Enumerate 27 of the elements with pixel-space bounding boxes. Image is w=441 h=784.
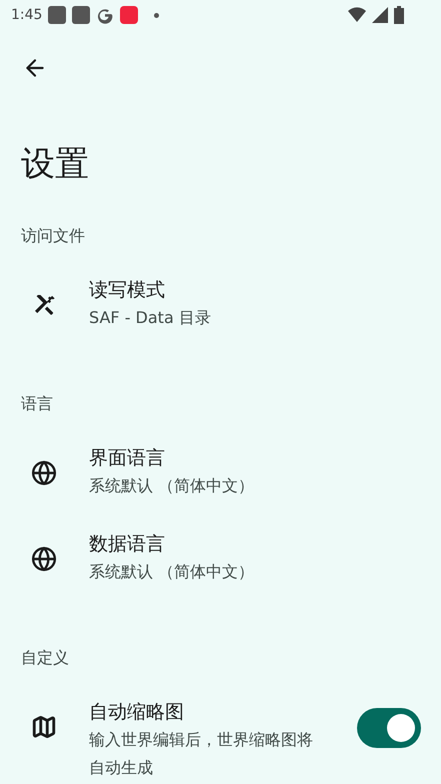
page-title: 设置	[20, 143, 90, 186]
map-icon	[31, 714, 57, 740]
item-subtitle: 输入世界编辑后，世界缩略图将自动生成	[89, 729, 314, 779]
settings-item[interactable]: 数据语言 系统默认 （简体中文）	[0, 524, 441, 610]
settings-item[interactable]: 自动缩略图 输入世界编辑后，世界缩略图将自动生成	[0, 692, 441, 782]
status-time: 1:45	[11, 6, 42, 24]
item-title: 数据语言	[89, 532, 166, 557]
settings-item[interactable]: 界面语言 系统默认 （简体中文）	[0, 438, 441, 524]
item-subtitle: 系统默认 （简体中文）	[89, 561, 256, 583]
section-header: 自定义	[20, 647, 70, 669]
app-icon	[120, 6, 138, 24]
bag-icon	[72, 6, 90, 24]
wifi-icon	[348, 7, 366, 23]
item-title: 读写模式	[89, 278, 166, 303]
globe-icon	[31, 460, 57, 486]
item-subtitle: SAF - Data 目录	[89, 307, 212, 329]
globe-icon	[31, 546, 57, 572]
battery-icon	[394, 6, 404, 24]
item-title: 界面语言	[89, 446, 166, 471]
signal-icon	[372, 7, 388, 23]
item-title: 自动缩略图	[89, 700, 185, 725]
bag-icon	[48, 6, 66, 24]
section-header: 访问文件	[20, 225, 86, 247]
item-subtitle: 系统默认 （简体中文）	[89, 475, 256, 497]
settings-item[interactable]: 读写模式 SAF - Data 目录	[0, 270, 441, 356]
toggle-switch[interactable]	[357, 708, 421, 748]
section-header: 语言	[20, 393, 54, 415]
